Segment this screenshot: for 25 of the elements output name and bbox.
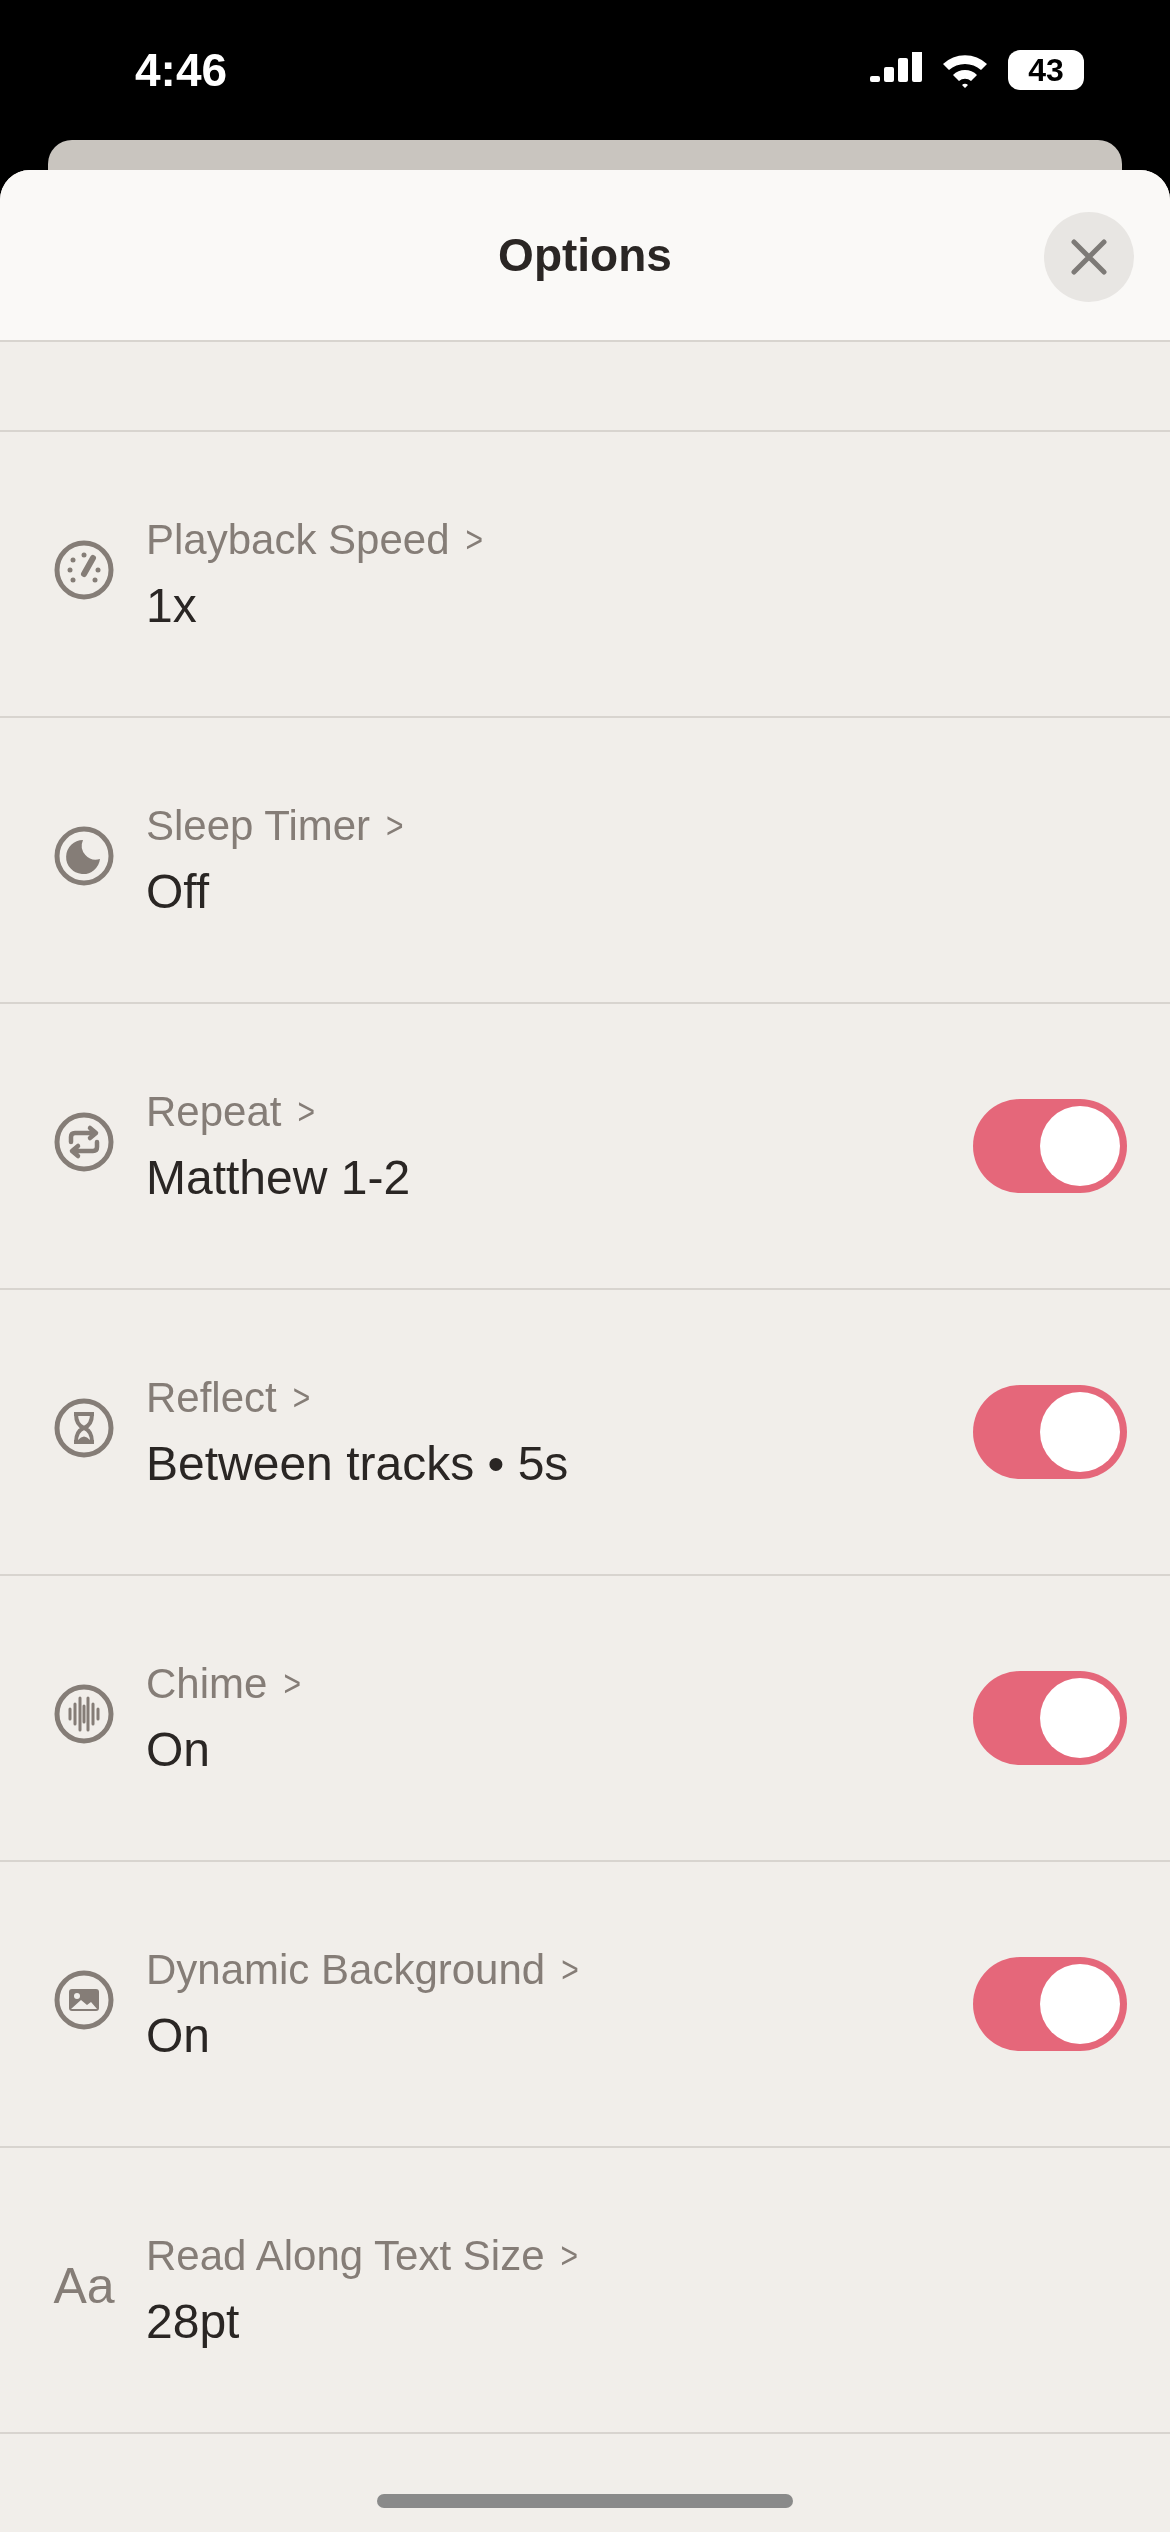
text-size-icon: Aa	[53, 2257, 115, 2315]
image-icon	[53, 1969, 115, 2031]
option-value: 28pt	[146, 2293, 241, 2349]
sheet-title: Options	[498, 228, 672, 282]
option-value: Off	[146, 863, 211, 919]
speedometer-icon	[53, 539, 115, 601]
repeat-icon	[53, 1111, 115, 1173]
option-value: On	[146, 1721, 212, 1777]
battery-level: 43	[1008, 50, 1084, 90]
waveform-icon	[53, 1683, 115, 1745]
moon-icon	[53, 825, 115, 887]
option-link[interactable]: Read Along Text Size >	[146, 2231, 1127, 2280]
option-link[interactable]: Dynamic Background >	[146, 1945, 973, 1994]
status-time: 4:46	[135, 43, 228, 97]
option-link[interactable]: Chime >	[146, 1659, 973, 1708]
option-value: On	[146, 2007, 212, 2063]
option-link[interactable]: Playback Speed >	[146, 515, 1127, 564]
option-value: Matthew 1-2	[146, 1149, 412, 1205]
close-icon	[1071, 239, 1107, 275]
option-link[interactable]: Reflect >	[146, 1373, 973, 1422]
hourglass-icon	[53, 1397, 115, 1459]
option-link[interactable]: Sleep Timer >	[146, 801, 1127, 850]
option-value: Between tracks • 5s	[146, 1435, 570, 1491]
option-value: 1x	[146, 577, 198, 633]
option-link[interactable]: Repeat >	[146, 1087, 973, 1136]
